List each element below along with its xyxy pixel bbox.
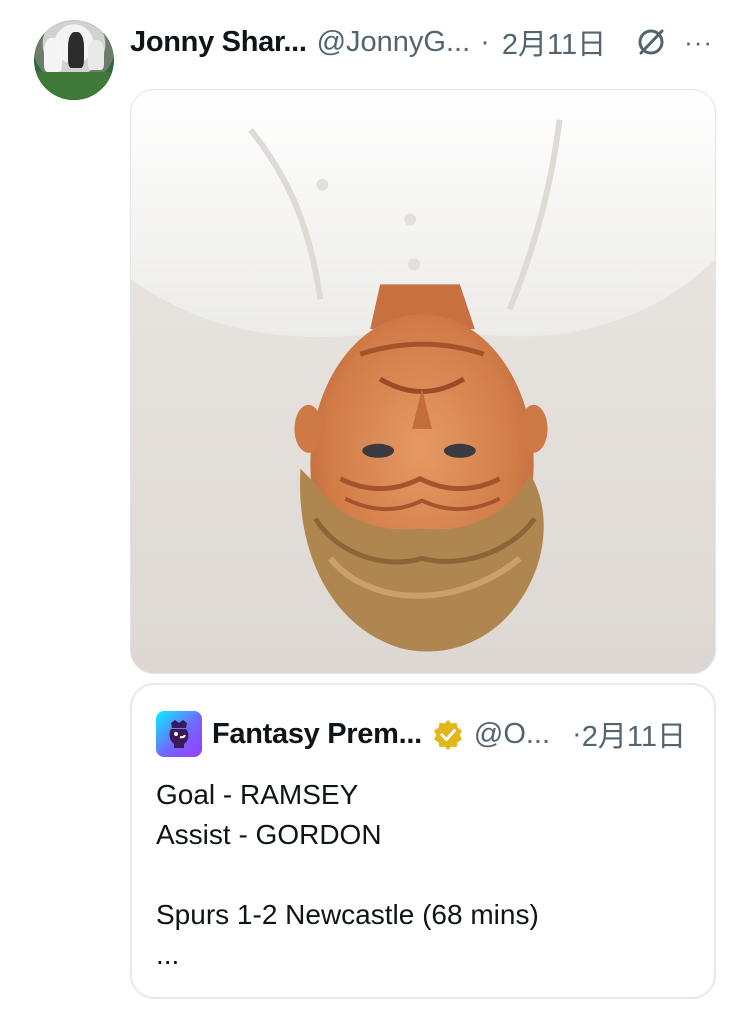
- date-separator: ·: [480, 25, 490, 58]
- tweet-media-photo[interactable]: [130, 89, 716, 674]
- quoted-line: Assist - GORDON: [156, 819, 382, 850]
- quoted-line-ellipsis: ...: [156, 939, 180, 970]
- tweet-header: Jonny Shar... @JonnyG... · 2月11日 ···: [130, 22, 720, 62]
- more-icon[interactable]: ···: [684, 27, 713, 58]
- avatar-ring: [34, 20, 114, 100]
- author-avatar[interactable]: [34, 20, 114, 100]
- quoted-line: Goal - RAMSEY: [156, 779, 359, 810]
- no-edit-icon[interactable]: [634, 25, 668, 59]
- quoted-date-separator: ·: [572, 717, 582, 750]
- quoted-line-blank: [156, 855, 690, 895]
- photo-illustration: [131, 90, 715, 673]
- quoted-tweet-header: Fantasy Prem... @O... · 2月11日: [156, 711, 690, 757]
- author-name[interactable]: Jonny Shar...: [130, 26, 307, 59]
- tweet-date[interactable]: 2月11日: [502, 21, 606, 63]
- quoted-author-name[interactable]: Fantasy Prem...: [212, 718, 422, 751]
- quoted-line: Spurs 1-2 Newcastle (68 mins): [156, 899, 539, 930]
- quoted-author-handle[interactable]: @O...: [474, 718, 550, 751]
- premier-league-lion-icon[interactable]: [156, 711, 202, 757]
- tweet-card[interactable]: Jonny Shar... @JonnyG... · 2月11日 ··· Fan…: [0, 0, 749, 1021]
- gold-verified-badge-icon[interactable]: [432, 718, 464, 750]
- quoted-tweet-text: Goal - RAMSEY Assist - GORDON Spurs 1-2 …: [156, 775, 690, 975]
- author-handle[interactable]: @JonnyG...: [317, 26, 471, 59]
- quoted-tweet[interactable]: Fantasy Prem... @O... · 2月11日 Goal - RAM…: [130, 683, 716, 999]
- quoted-tweet-date[interactable]: 2月11日: [582, 713, 686, 755]
